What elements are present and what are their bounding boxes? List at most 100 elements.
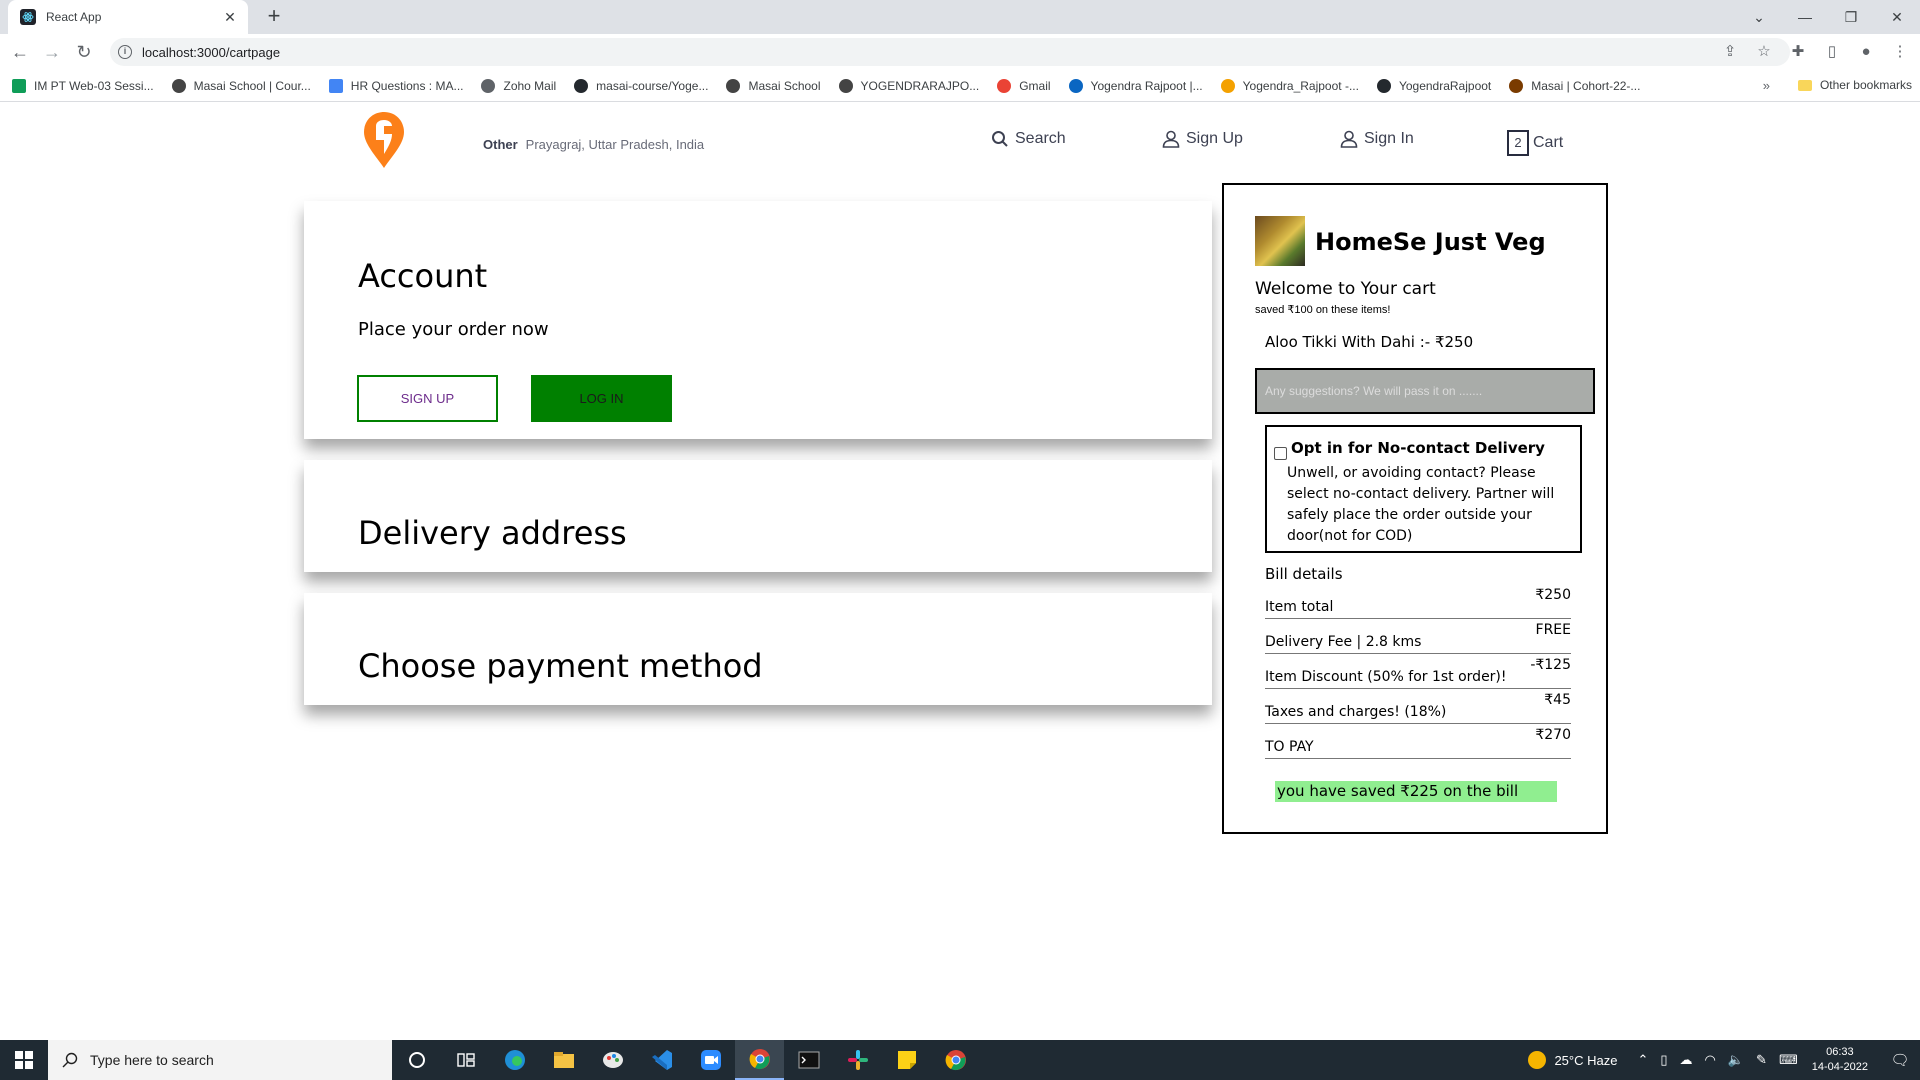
payment-method-section[interactable]: Choose payment method: [304, 593, 1212, 705]
address-bar[interactable]: i localhost:3000/cartpage: [110, 38, 1790, 66]
new-tab-icon[interactable]: +: [262, 5, 286, 29]
clock-date: 14-04-2022: [1811, 1061, 1868, 1073]
file-explorer-icon[interactable]: [539, 1040, 588, 1080]
swiggy-logo-icon[interactable]: [362, 110, 406, 175]
extensions-icon[interactable]: ✚: [1786, 40, 1810, 64]
bookmark-item[interactable]: Zoho Mail: [481, 78, 557, 93]
chevron-up-icon[interactable]: ⌃: [1637, 1052, 1648, 1068]
zoom-icon[interactable]: [686, 1040, 735, 1080]
no-contact-checkbox[interactable]: [1274, 447, 1287, 460]
edge-icon[interactable]: [490, 1040, 539, 1080]
reload-icon[interactable]: ↻: [72, 41, 96, 63]
share-icon[interactable]: ⇪: [1718, 40, 1742, 64]
sticky-notes-icon[interactable]: [882, 1040, 931, 1080]
bookmark-star-icon[interactable]: ☆: [1752, 40, 1776, 64]
back-icon[interactable]: ←: [8, 41, 32, 63]
delivery-location[interactable]: Other Prayagraj, Uttar Pradesh, India: [483, 137, 704, 152]
chrome-icon[interactable]: [735, 1040, 784, 1080]
windows-taskbar: Type here to search 25°C Haze ⌃ ▯ ☁ ◠ 🔈 …: [0, 1040, 1920, 1080]
bill-row-value: ₹45: [1544, 692, 1571, 708]
bookmark-item[interactable]: YogendraRajpoot: [1376, 78, 1491, 93]
delivery-address-section[interactable]: Delivery address: [304, 460, 1212, 572]
bookmark-item[interactable]: Masai School: [726, 78, 821, 93]
chrome-icon[interactable]: [931, 1040, 980, 1080]
weather-text: 25°C Haze: [1554, 1052, 1618, 1068]
bookmark-favicon-icon: [1068, 78, 1083, 93]
close-tab-icon[interactable]: ✕: [222, 9, 238, 26]
close-window-icon[interactable]: ✕: [1874, 9, 1920, 26]
nav-search[interactable]: Search: [991, 130, 1066, 148]
bill-row-value: ₹250: [1535, 587, 1571, 603]
forward-icon[interactable]: →: [40, 41, 64, 63]
bookmark-item[interactable]: YOGENDRARAJPO...: [838, 78, 980, 93]
battery-icon[interactable]: ▯: [1660, 1052, 1667, 1068]
sun-icon: [1528, 1051, 1547, 1069]
bookmark-item[interactable]: Masai School | Cour...: [171, 78, 311, 93]
bookmark-favicon-icon: [1220, 78, 1235, 93]
bill-row-label: TO PAY: [1265, 739, 1314, 755]
saved-note: saved ₹100 on these items!: [1255, 304, 1391, 316]
cart-item: Aloo Tikki With Dahi :- ₹250: [1265, 333, 1474, 351]
bill-row: TO PAY ₹270: [1265, 727, 1571, 759]
bookmark-favicon-icon: [328, 78, 343, 93]
nav-sign-up[interactable]: Sign Up: [1162, 130, 1243, 148]
bookmark-favicon-icon: [726, 78, 741, 93]
volume-icon[interactable]: 🔈: [1728, 1052, 1744, 1068]
sign-up-button[interactable]: SIGN UP: [357, 375, 498, 422]
cortana-icon[interactable]: [392, 1040, 441, 1080]
site-info-icon[interactable]: i: [118, 45, 132, 59]
bookmark-item[interactable]: Yogendra_Rajpoot -...: [1220, 78, 1359, 93]
pen-icon[interactable]: ✎: [1756, 1052, 1767, 1068]
windows-start-icon[interactable]: [0, 1040, 48, 1080]
bill-row: Item Discount (50% for 1st order)! -₹125: [1265, 657, 1571, 689]
nav-sign-in[interactable]: Sign In: [1340, 130, 1414, 148]
browser-tab[interactable]: React App ✕: [8, 0, 248, 34]
taskbar-search-box[interactable]: Type here to search: [48, 1040, 392, 1080]
system-clock[interactable]: 06:33 14-04-2022: [1812, 1045, 1868, 1075]
keyboard-icon[interactable]: ⌨: [1779, 1052, 1798, 1068]
vscode-icon[interactable]: [637, 1040, 686, 1080]
user-icon: [1340, 130, 1358, 148]
suggestions-input[interactable]: Any suggestions? We will pass it on ....…: [1255, 368, 1595, 414]
nav-search-label: Search: [1015, 130, 1066, 147]
restore-icon[interactable]: ❐: [1828, 9, 1874, 26]
bookmark-label: Masai School: [748, 78, 821, 93]
more-bookmarks-icon[interactable]: »: [1763, 78, 1770, 93]
nav-cart[interactable]: 2 Cart: [1507, 130, 1563, 156]
wifi-icon[interactable]: ◠: [1705, 1052, 1716, 1068]
minimize-icon[interactable]: —: [1782, 9, 1828, 25]
search-icon: [991, 130, 1009, 148]
side-panel-icon[interactable]: ▯: [1820, 40, 1844, 64]
browser-tab-strip: React App ✕ + ⌄ — ❐ ✕: [0, 0, 1920, 34]
bookmark-item[interactable]: IM PT Web-03 Sessi...: [12, 78, 154, 93]
bookmark-item[interactable]: Masai | Cohort-22-...: [1509, 78, 1641, 93]
log-in-button[interactable]: LOG IN: [531, 375, 672, 422]
other-bookmarks-folder[interactable]: Other bookmarks: [1797, 78, 1912, 92]
weather-widget[interactable]: 25°C Haze: [1528, 1051, 1617, 1069]
menu-kebab-icon[interactable]: ⋮: [1888, 40, 1912, 64]
terminal-icon[interactable]: [784, 1040, 833, 1080]
bookmark-label: YOGENDRARAJPO...: [860, 78, 980, 93]
bookmark-item[interactable]: HR Questions : MA...: [328, 78, 463, 93]
onedrive-cloud-icon[interactable]: ☁: [1680, 1052, 1693, 1068]
bookmark-item[interactable]: masai-course/Yoge...: [574, 78, 708, 93]
bookmark-item[interactable]: Gmail: [997, 78, 1051, 93]
bookmark-label: Gmail: [1019, 78, 1051, 93]
location-text: Prayagraj, Uttar Pradesh, India: [525, 137, 705, 152]
nav-sign-up-label: Sign Up: [1186, 130, 1243, 147]
react-favicon-icon: [20, 9, 36, 25]
bookmark-label: Zoho Mail: [503, 78, 557, 93]
bill-row-label: Item Discount (50% for 1st order)!: [1265, 669, 1507, 685]
notification-icon[interactable]: 🗨: [1880, 1051, 1920, 1069]
bookmark-label: Yogendra_Rajpoot -...: [1242, 78, 1359, 93]
task-view-icon[interactable]: [441, 1040, 490, 1080]
slack-icon[interactable]: [833, 1040, 882, 1080]
tab-search-icon[interactable]: ⌄: [1736, 9, 1782, 26]
window-controls: ⌄ — ❐ ✕: [1736, 0, 1920, 34]
paint-app-icon[interactable]: [588, 1040, 637, 1080]
profile-avatar-icon[interactable]: ●: [1854, 40, 1878, 64]
taskbar-search-placeholder: Type here to search: [90, 1052, 214, 1068]
bookmark-label: Masai | Cohort-22-...: [1531, 78, 1641, 93]
bill-row-value: -₹125: [1530, 657, 1571, 673]
bookmark-item[interactable]: Yogendra Rajpoot |...: [1068, 78, 1203, 93]
